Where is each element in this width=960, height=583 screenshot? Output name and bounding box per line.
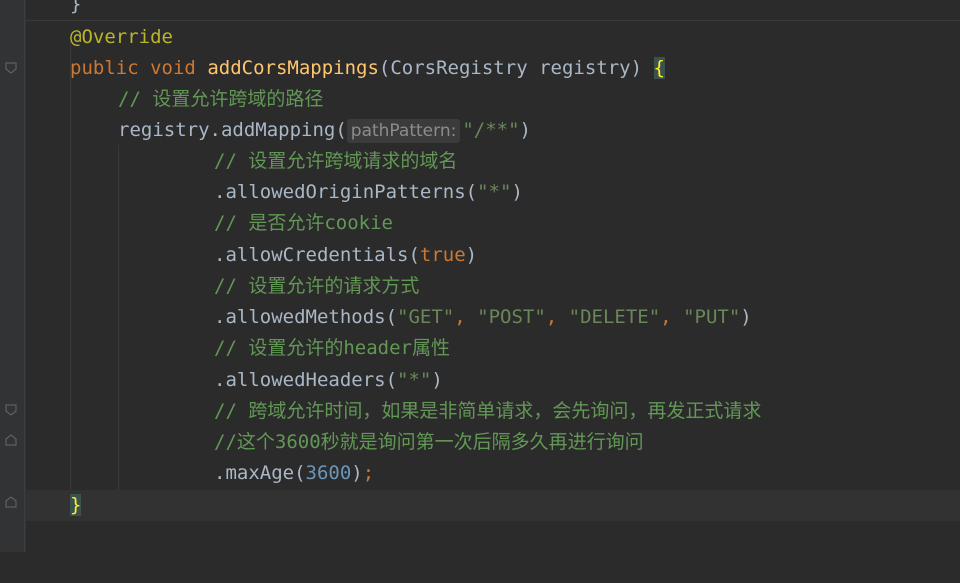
paren-close: ) — [351, 462, 363, 484]
code-line[interactable]: .maxAge(3600); — [26, 458, 960, 489]
string-literal: "*" — [477, 181, 512, 203]
method-name: addCorsMappings — [207, 57, 379, 79]
closing-brace: } — [70, 490, 82, 521]
code-line[interactable]: // 是否允许cookie — [26, 208, 960, 239]
add-mapping-call: registry.addMapping(pathPattern: "/**") — [118, 115, 531, 146]
fold-end-icon[interactable] — [5, 496, 17, 508]
string-literal: "PUT" — [683, 306, 741, 328]
code-line-current[interactable]: } — [26, 490, 960, 521]
param-type: CorsRegistry — [390, 57, 528, 79]
string-literal: "*" — [397, 369, 432, 391]
keyword-public: public — [70, 57, 139, 79]
code-line[interactable]: // 设置允许的请求方式 — [26, 271, 960, 302]
string-literal: "DELETE" — [568, 306, 661, 328]
chained-call: .allowedMethods("GET", "POST", "DELETE",… — [214, 302, 752, 333]
comma: , — [660, 306, 684, 328]
code-line[interactable]: // 设置允许的header属性 — [26, 333, 960, 364]
string-literal: "/**" — [462, 119, 520, 141]
code-line[interactable]: //这个3600秒就是询问第一次后隔多久再进行询问 — [26, 427, 960, 458]
call-text: .allowedOriginPatterns( — [214, 181, 478, 203]
comment: // 设置允许跨域的路径 — [118, 88, 324, 110]
comment: // 是否允许cookie — [214, 212, 393, 234]
chained-call: .allowCredentials(true) — [214, 240, 477, 271]
closing-brace-highlight: } — [70, 494, 82, 516]
code-line[interactable]: // 跨域允许时间，如果是非简单请求，会先询问，再发正式请求 — [26, 396, 960, 427]
call-text: .allowedMethods( — [214, 306, 398, 328]
code-line[interactable]: .allowCredentials(true) — [26, 240, 960, 271]
code-line[interactable]: @Override — [26, 22, 960, 53]
code-line[interactable]: .allowedMethods("GET", "POST", "DELETE",… — [26, 302, 960, 333]
parameter-hint: pathPattern: — [346, 119, 461, 143]
comment: // 设置允许的header属性 — [214, 337, 450, 359]
fold-collapse-icon[interactable] — [5, 62, 17, 74]
keyword-true: true — [419, 244, 466, 266]
comma: , — [454, 306, 478, 328]
code-line[interactable]: .allowedOriginPatterns("*") — [26, 177, 960, 208]
editor-gutter — [0, 0, 26, 552]
paren-close: ) — [511, 181, 523, 203]
comment: //这个3600秒就是询问第一次后隔多久再进行询问 — [214, 431, 644, 453]
paren-close: ) — [630, 57, 643, 79]
paren-open: ( — [378, 57, 391, 79]
closing-brace: } — [70, 0, 82, 15]
semicolon: ; — [362, 462, 375, 484]
call-text: .allowedHeaders( — [214, 369, 398, 391]
comment: // 跨域允许时间，如果是非简单请求，会先询问，再发正式请求 — [214, 400, 762, 422]
call-text: .maxAge( — [214, 462, 306, 484]
override-annotation: @Override — [70, 26, 173, 48]
call-text: .allowCredentials( — [214, 244, 420, 266]
param-name: registry — [539, 57, 631, 79]
string-literal: "GET" — [397, 306, 455, 328]
code-line[interactable]: public void addCorsMappings(CorsRegistry… — [26, 53, 960, 84]
paren-close: ) — [519, 119, 531, 141]
number-literal: 3600 — [305, 462, 352, 484]
opening-brace-highlight: { — [653, 57, 665, 79]
code-editor[interactable]: } @Override public void addCorsMappings(… — [26, 0, 960, 552]
code-line[interactable]: registry.addMapping(pathPattern: "/**") — [26, 115, 960, 146]
method-signature: public void addCorsMappings(CorsRegistry… — [70, 53, 665, 84]
gutter-separator — [24, 0, 25, 552]
code-line[interactable]: // 设置允许跨域请求的域名 — [26, 146, 960, 177]
comment: // 设置允许的请求方式 — [214, 275, 420, 297]
call-text: registry.addMapping( — [118, 119, 347, 141]
code-line[interactable]: .allowedHeaders("*") — [26, 365, 960, 396]
paren-close: ) — [465, 244, 478, 266]
fold-collapse-icon[interactable] — [5, 404, 17, 416]
paren-close: ) — [431, 369, 443, 391]
chained-call: .allowedOriginPatterns("*") — [214, 177, 523, 208]
keyword-void: void — [150, 57, 196, 79]
code-line[interactable]: // 设置允许跨域的路径 — [26, 84, 960, 115]
paren-close: ) — [740, 306, 752, 328]
comment: // 设置允许跨域请求的域名 — [214, 150, 458, 172]
string-literal: "POST" — [477, 306, 546, 328]
fold-end-icon[interactable] — [5, 434, 17, 446]
chained-call: .maxAge(3600); — [214, 458, 374, 489]
comma: , — [545, 306, 569, 328]
code-line[interactable]: } — [26, 0, 960, 21]
chained-call: .allowedHeaders("*") — [214, 365, 443, 396]
